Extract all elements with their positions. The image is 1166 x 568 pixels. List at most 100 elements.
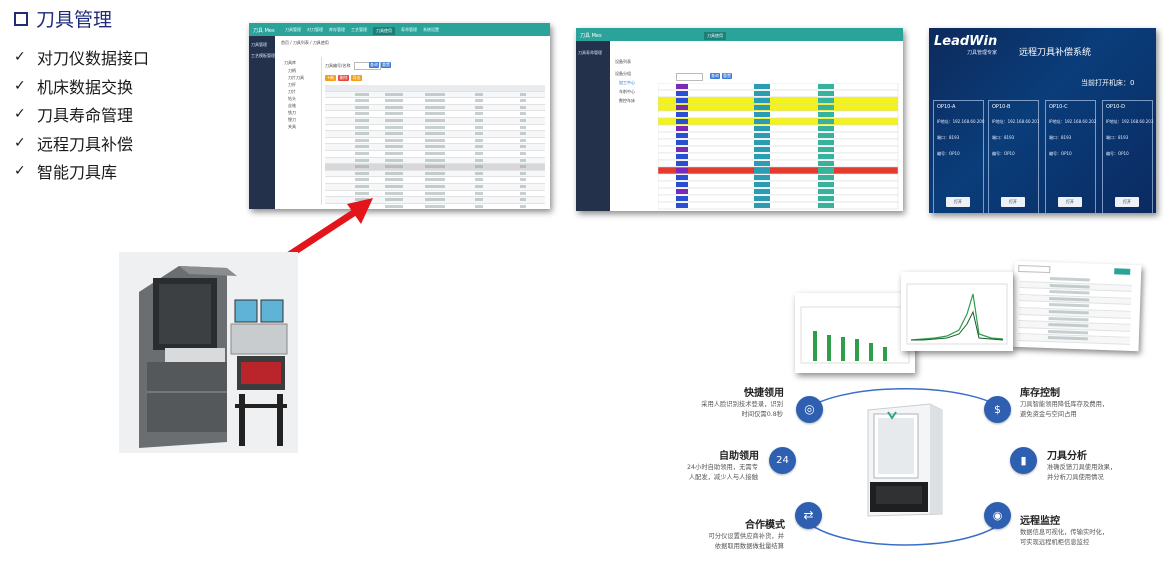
search-button[interactable]: 查询 <box>710 73 720 79</box>
panel-field: 编号：OP10 <box>937 151 960 156</box>
grid-row[interactable] <box>658 152 899 161</box>
tree-item[interactable]: 加工中心 <box>619 80 657 86</box>
table-row-selected[interactable] <box>325 164 545 171</box>
reset-button[interactable]: 重置 <box>722 73 732 79</box>
status-cell <box>754 140 770 145</box>
status-cell <box>754 196 770 201</box>
grid-row[interactable] <box>658 83 899 91</box>
check-icon: ✓ <box>14 134 26 151</box>
grid-row[interactable] <box>658 89 899 98</box>
online-count: 当前打开机床：0 <box>1081 79 1135 87</box>
presetter-machine-icon <box>119 252 298 453</box>
tab[interactable]: 寿命管理 <box>401 27 417 35</box>
target-icon: ◎ <box>796 396 823 423</box>
feature-item: ✓ 刀具寿命管理 <box>14 100 149 129</box>
grid-row[interactable] <box>658 166 899 175</box>
feature-label: 刀具寿命管理 <box>37 106 134 126</box>
tree-item[interactable]: 刀具库 <box>284 60 296 66</box>
tree-item[interactable]: 刀柄 <box>288 68 296 74</box>
delete-button[interactable]: 删除 <box>338 75 349 81</box>
line-chart-thumbnail <box>906 283 1008 345</box>
sidebar-item[interactable]: 刀具管理 <box>251 42 267 48</box>
export-button[interactable]: 导出 <box>351 75 362 81</box>
status-cell <box>754 112 770 117</box>
status-cell <box>818 189 834 194</box>
tree-item[interactable]: 丝锥 <box>288 103 296 109</box>
feature-title: 刀具分析 <box>1047 451 1087 462</box>
feature-title: 快捷领用 <box>744 388 784 399</box>
table-row[interactable] <box>325 131 545 138</box>
table-row[interactable] <box>325 138 545 145</box>
tab[interactable]: 对刀管理 <box>307 27 323 35</box>
grid-row[interactable] <box>658 145 899 154</box>
open-button[interactable]: 打开 <box>1115 197 1139 207</box>
table-row[interactable] <box>325 111 545 118</box>
tree-item[interactable]: 铣刀 <box>288 110 296 116</box>
status-cell <box>818 154 834 159</box>
status-cell <box>754 168 770 173</box>
search-input[interactable] <box>676 73 703 81</box>
grid-row[interactable] <box>658 194 899 203</box>
open-button[interactable]: 打开 <box>1001 197 1025 207</box>
status-cell <box>676 189 688 194</box>
reset-button[interactable]: 重置 <box>381 62 391 68</box>
grid-row[interactable] <box>658 110 899 119</box>
tree-item[interactable]: 钻头 <box>288 96 296 102</box>
grid-row[interactable] <box>658 187 899 196</box>
tree-item[interactable]: 车削中心 <box>619 89 657 95</box>
tab[interactable]: 系统设置 <box>423 27 439 35</box>
add-button[interactable]: +新增 <box>325 75 336 86</box>
status-cell <box>754 119 770 124</box>
sidebar-item[interactable]: 工艺模板管理 <box>251 53 275 59</box>
grid-row[interactable] <box>658 201 899 210</box>
status-cell <box>676 182 688 187</box>
grid-row[interactable] <box>658 180 899 189</box>
grid-row[interactable] <box>658 138 899 147</box>
table-row[interactable] <box>325 144 545 151</box>
table-row[interactable] <box>325 98 545 105</box>
table-row[interactable] <box>325 104 545 112</box>
tree-item[interactable]: 镗刀 <box>288 117 296 123</box>
tree-item[interactable]: 数控车床 <box>619 98 657 104</box>
table-row[interactable] <box>325 157 545 165</box>
table-row[interactable] <box>325 125 545 132</box>
table-row[interactable] <box>325 91 545 99</box>
tab[interactable]: 工艺管理 <box>351 27 367 35</box>
status-cell <box>818 147 834 152</box>
grid-row[interactable] <box>658 159 899 168</box>
table-row[interactable] <box>325 151 545 158</box>
status-cell <box>818 112 834 117</box>
table-row[interactable] <box>325 177 545 184</box>
feature-label: 智能刀具库 <box>37 163 118 183</box>
search-button[interactable]: 查询 <box>369 62 379 68</box>
tab[interactable]: 刀具管理 <box>285 27 301 35</box>
machine-panel: OP10-D IP地址：192.168.60.203 端口：8193 编号：OP… <box>1102 100 1153 213</box>
grid-row[interactable] <box>658 124 899 133</box>
search-input[interactable] <box>1018 264 1051 274</box>
export-button[interactable] <box>1114 268 1131 275</box>
status-cell <box>818 175 834 180</box>
grid-row[interactable] <box>658 103 899 112</box>
grid-row[interactable] <box>658 173 899 182</box>
tree-item[interactable]: 刀片 <box>288 89 296 95</box>
tree-item[interactable]: 刀杆 <box>288 82 296 88</box>
tab-active[interactable]: 刀具使用 <box>704 32 726 40</box>
tab-active[interactable]: 刀具使用 <box>373 27 395 35</box>
feature-list: ✓ 对刀仪数据接口 ✓ 机床数据交换 ✓ 刀具寿命管理 ✓ 远程刀具补偿 ✓ 智能刀具库 <box>14 43 149 186</box>
table-row[interactable] <box>325 117 545 125</box>
open-button[interactable]: 打开 <box>946 197 970 207</box>
tree-item[interactable]: 设备分组 <box>615 71 657 77</box>
tab[interactable]: 库存管理 <box>329 27 345 35</box>
grid-row[interactable] <box>658 96 899 105</box>
tree-item[interactable]: 夹具 <box>288 124 296 130</box>
panel-field: 端口：8193 <box>1049 135 1072 140</box>
grid-row[interactable] <box>658 131 899 140</box>
grid-row[interactable] <box>658 117 899 126</box>
table-row[interactable] <box>325 170 545 178</box>
open-button[interactable]: 打开 <box>1058 197 1082 207</box>
sidebar-item[interactable]: 刀具寿命管理 <box>578 50 602 56</box>
status-cell <box>676 154 688 159</box>
tool-list-screenshot: 刀具管理 工艺模板管理 刀具 Mes 刀具管理 对刀管理 库存管理 工艺管理 刀… <box>249 23 550 209</box>
panel-field: 编号：OP10 <box>1106 151 1129 156</box>
tree-item[interactable]: 刀片刀具 <box>288 75 304 81</box>
